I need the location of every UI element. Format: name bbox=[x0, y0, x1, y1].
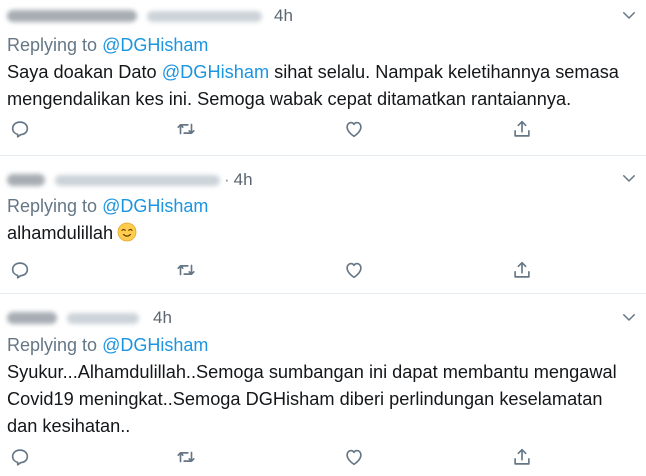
tweet-text: alhamdulillah bbox=[7, 220, 637, 247]
author-handle-blurred[interactable] bbox=[55, 174, 220, 186]
relieved-face-icon bbox=[117, 222, 137, 242]
replying-to: Replying to @DGHisham bbox=[7, 335, 209, 355]
author-name-blurred[interactable] bbox=[7, 174, 45, 186]
tweet-time[interactable]: 4h bbox=[153, 308, 172, 328]
replying-to: Replying to @DGHisham bbox=[7, 196, 209, 216]
tweet-text-line: Saya doakan Dato @DGHisham sihat selalu.… bbox=[7, 62, 619, 82]
tweet-text: Syukur...Alhamdulillah..Semoga sumbangan… bbox=[7, 359, 637, 440]
like-icon[interactable] bbox=[343, 259, 365, 281]
share-icon[interactable] bbox=[511, 446, 533, 468]
share-icon[interactable] bbox=[511, 259, 533, 281]
tweet: 4h Replying to @DGHisham Syukur...Alhamd… bbox=[0, 293, 646, 476]
chevron-down-icon[interactable] bbox=[620, 6, 638, 24]
retweet-icon[interactable] bbox=[175, 118, 197, 140]
tweet-header: 4h bbox=[7, 4, 293, 28]
author-name-blurred[interactable] bbox=[7, 10, 137, 22]
tweet-time[interactable]: 4h bbox=[274, 6, 293, 26]
chevron-down-icon[interactable] bbox=[620, 308, 638, 326]
replying-to: Replying to @DGHisham bbox=[7, 35, 209, 55]
tweet-actions bbox=[0, 446, 646, 470]
tweet: · 4h Replying to @DGHisham alhamdulillah bbox=[0, 155, 646, 293]
reply-icon[interactable] bbox=[9, 259, 31, 281]
tweet-text-line: dan kesihatan.. bbox=[7, 416, 131, 436]
author-handle-blurred[interactable] bbox=[147, 10, 262, 22]
separator-dot: · bbox=[224, 170, 230, 189]
tweet-actions bbox=[0, 259, 646, 283]
author-handle-blurred[interactable] bbox=[67, 312, 139, 324]
like-icon[interactable] bbox=[343, 118, 365, 140]
tweet: 4h Replying to @DGHisham Saya doakan Dat… bbox=[0, 0, 646, 155]
share-icon[interactable] bbox=[511, 118, 533, 140]
tweet-header: · 4h bbox=[7, 168, 253, 192]
tweet-text-line: Covid19 meningkat..Semoga DGHisham diber… bbox=[7, 389, 603, 409]
chevron-down-icon[interactable] bbox=[620, 169, 638, 187]
mention-link[interactable]: @DGHisham bbox=[102, 196, 208, 216]
tweet-actions bbox=[0, 118, 646, 142]
retweet-icon[interactable] bbox=[175, 446, 197, 468]
mention-link[interactable]: @DGHisham bbox=[102, 335, 208, 355]
tweet-text: Saya doakan Dato @DGHisham sihat selalu.… bbox=[7, 59, 637, 113]
tweet-text-line: Syukur...Alhamdulillah..Semoga sumbangan… bbox=[7, 362, 617, 382]
tweet-text-line: alhamdulillah bbox=[7, 220, 637, 247]
retweet-icon[interactable] bbox=[175, 259, 197, 281]
mention-link[interactable]: @DGHisham bbox=[102, 35, 208, 55]
author-name-blurred[interactable] bbox=[7, 312, 57, 324]
reply-icon[interactable] bbox=[9, 446, 31, 468]
tweet-time[interactable]: 4h bbox=[234, 170, 253, 190]
reply-icon[interactable] bbox=[9, 118, 31, 140]
tweet-header: 4h bbox=[7, 306, 172, 330]
tweet-text-line: mengendalikan kes ini. Semoga wabak cepa… bbox=[7, 89, 572, 109]
mention-link[interactable]: @DGHisham bbox=[162, 62, 269, 82]
like-icon[interactable] bbox=[343, 446, 365, 468]
